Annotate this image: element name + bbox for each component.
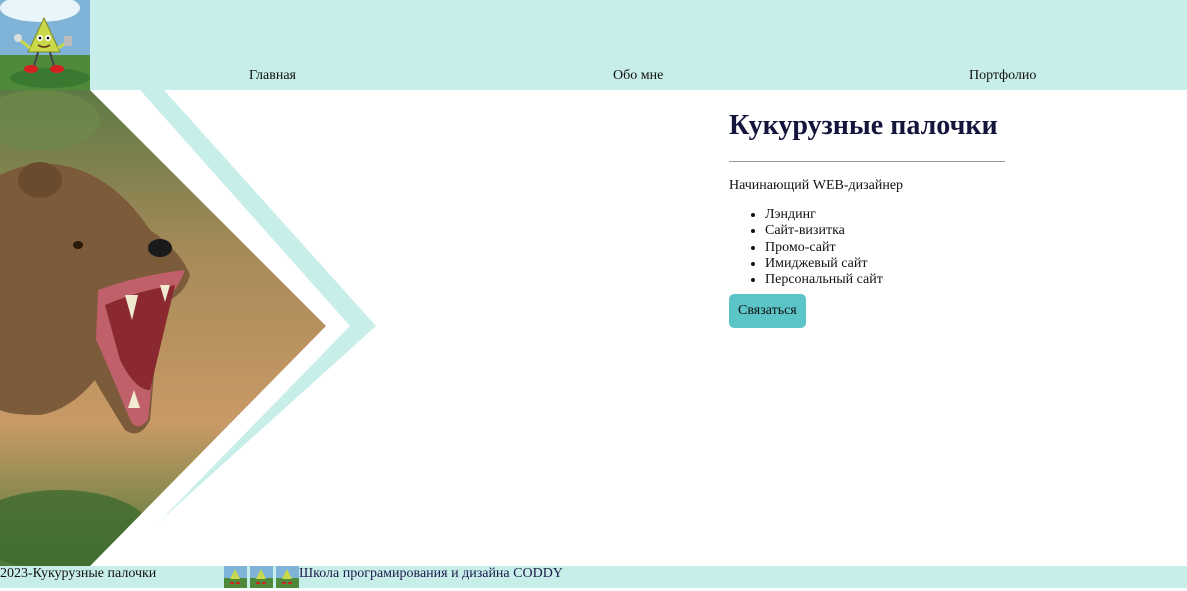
contact-button[interactable]: Связаться [729,294,806,329]
list-item: Персональный сайт [765,272,1029,288]
footer-logo-thumbnail[interactable] [250,566,273,588]
subtitle: Начинающий WEB-дизайнер [729,178,904,193]
list-item: Промо-сайт [765,240,1029,256]
list-item: Сайт-визитка [765,223,1029,239]
hero-image [0,90,380,566]
footer-logo-thumbnail[interactable] [224,566,247,588]
nav-portfolio-link[interactable]: Портфолио [969,68,1036,84]
list-item: Имиджевый сайт [765,256,1029,272]
footer-logo-thumbnail[interactable] [276,566,299,588]
services-list: Лэндинг Сайт-визитка Промо-сайт Имиджевы… [729,207,1029,288]
school-text: Школа програмирования и дизайна CODDY [299,566,563,581]
title-divider [729,161,1005,162]
logo-mascot-image[interactable] [0,0,90,90]
nav-home-link[interactable]: Главная [249,68,296,84]
footer: 2023-Кукурузные палочки Школа програмиро… [0,566,1187,588]
copyright-text: 2023-Кукурузные палочки [0,566,157,581]
list-item: Лэндинг [765,207,1029,223]
nav-about-link[interactable]: Обо мне [613,68,663,84]
header: Главная Обо мне Портфолио [0,0,1187,90]
page-title: Кукурузные палочки [729,110,998,141]
main-content: Кукурузные палочки Начинающий WEB-дизайн… [729,90,1029,329]
